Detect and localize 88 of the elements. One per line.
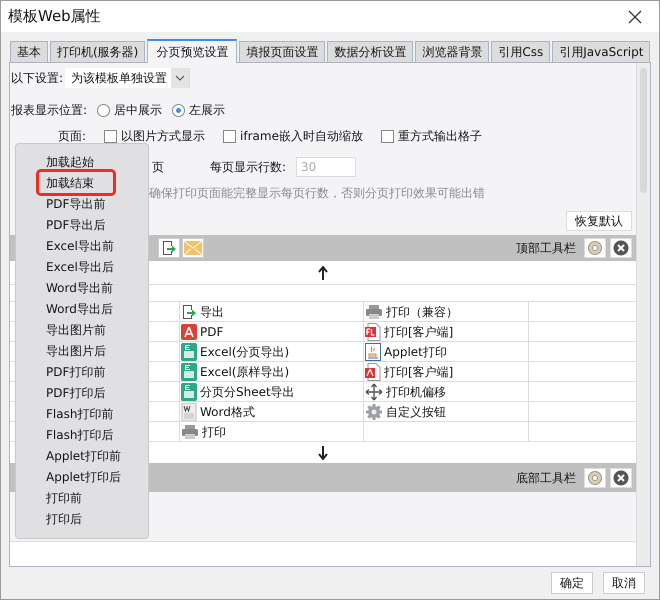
menu-item[interactable]: 加载结束 [36, 169, 116, 196]
document-icon [365, 322, 381, 340]
menu-item[interactable]: PDF打印前 [46, 361, 148, 382]
gear-icon [365, 402, 383, 420]
grid-button-label: PDF [200, 324, 224, 340]
checkbox[interactable] [223, 130, 236, 142]
grid-button-label: 导出 [200, 304, 224, 320]
tab[interactable]: 引用JavaScript [552, 41, 650, 62]
grid-button-label: 自定义按钮 [386, 404, 446, 420]
checkbox-option[interactable]: 重方式输出格子 [380, 127, 482, 145]
close-icon [613, 470, 629, 486]
grid-button-label: 打印（兼容） [386, 304, 458, 320]
tab[interactable]: 分页预览设置 [147, 39, 238, 63]
arrow-up-icon [318, 266, 328, 280]
grid-button-label: 打印 [202, 424, 226, 440]
menu-item[interactable]: Word导出前 [46, 277, 148, 298]
document-icon [365, 362, 381, 380]
menu-item[interactable]: Word导出后 [46, 298, 148, 319]
menu-item[interactable]: 打印前 [46, 487, 148, 508]
dialog-button[interactable]: 确定 [551, 572, 593, 594]
tab[interactable]: 数据分析设置 [327, 41, 414, 62]
scope-dropdown[interactable]: 为该模板单独设置 [65, 68, 190, 88]
field-label: 页面: [58, 128, 86, 145]
menu-item[interactable]: Applet打印前 [46, 445, 148, 466]
menu-item[interactable]: 导出图片前 [46, 319, 148, 340]
hint-text: 确保打印页面能完整显示每页行数，否则分页打印效果可能出错 [149, 185, 485, 202]
menu-item[interactable]: 导出图片后 [46, 340, 148, 361]
grid-button-label: Word格式 [200, 404, 255, 420]
grid-button-label: Applet打印 [384, 344, 447, 360]
printer-icon [181, 424, 199, 440]
menu-item[interactable]: PDF导出后 [46, 214, 148, 235]
grid-button-label: Excel(原样导出) [200, 364, 290, 380]
toolbar-label: 底部工具栏 [516, 470, 576, 486]
grid-button-label: Excel(分页导出) [200, 344, 290, 360]
chevron-down-icon [175, 75, 186, 81]
checkbox-option[interactable]: 以图片方式显示 [104, 127, 206, 145]
radio-option[interactable]: 左展示 [172, 101, 226, 119]
close-icon [628, 10, 642, 24]
move-icon [365, 382, 383, 400]
grid-button-label: 打印[客户端] [384, 364, 454, 380]
export-icon [181, 304, 197, 320]
pdf-icon [181, 324, 197, 340]
checkbox[interactable] [104, 130, 118, 142]
grid-button-label: 打印[客户端] [384, 324, 454, 340]
menu-item[interactable]: PDF导出前 [46, 193, 148, 214]
arrow-down-icon [318, 446, 328, 460]
window-title: 模板Web属性 [8, 6, 101, 28]
export-icon [161, 240, 177, 256]
cup-icon [365, 342, 381, 360]
menu-item[interactable]: Excel导出后 [46, 256, 148, 277]
checkbox-option[interactable]: iframe嵌入时自动缩放 [223, 127, 363, 145]
dialog-button[interactable]: 取消 [603, 572, 645, 594]
tab[interactable]: 浏览器背景 [415, 41, 490, 62]
toolbar-label: 顶部工具栏 [516, 240, 576, 257]
close-button[interactable] [610, 468, 632, 488]
grid-button-label: 打印机偏移 [386, 384, 446, 400]
spreadsheet-icon [181, 342, 197, 360]
settings-icon [587, 470, 603, 486]
close-icon [613, 240, 629, 256]
radio-option[interactable]: 居中展示 [97, 101, 162, 119]
envelope-icon [184, 241, 202, 255]
radio-button[interactable] [172, 104, 186, 116]
menu-item[interactable]: PDF打印后 [46, 382, 148, 403]
settings-icon [587, 240, 603, 256]
menu-item[interactable]: Applet打印后 [46, 466, 148, 487]
spreadsheet-icon [181, 362, 197, 380]
tab[interactable]: 基本 [10, 41, 48, 62]
spreadsheet-icon [181, 382, 197, 400]
menu-item[interactable]: 加载起始 [46, 151, 148, 172]
toolbar-button[interactable] [158, 238, 180, 258]
radio-button[interactable] [97, 104, 110, 116]
field-label: 报表显示位置: [11, 102, 88, 119]
field-label: 每页显示行数: [210, 159, 286, 176]
tab[interactable]: 填报页面设置 [239, 41, 326, 62]
tab[interactable]: 打印机(服务器) [50, 41, 146, 62]
menu-item[interactable]: 打印后 [46, 508, 148, 529]
printer-icon [365, 304, 383, 320]
menu-item[interactable]: Flash打印前 [46, 403, 148, 424]
menu-item[interactable]: Excel导出前 [46, 235, 148, 256]
document-icon [181, 402, 197, 420]
tab[interactable]: 引用Css [491, 41, 550, 62]
close-button[interactable] [610, 238, 632, 258]
field-label: 页 [152, 159, 164, 176]
checkbox[interactable] [380, 130, 394, 142]
menu-item[interactable]: Flash打印后 [46, 424, 148, 445]
grid-button-label: 分页分Sheet导出 [200, 384, 295, 400]
restore-defaults-button[interactable]: 恢复默认 [566, 211, 632, 231]
field-label: 以下设置: [11, 70, 64, 87]
